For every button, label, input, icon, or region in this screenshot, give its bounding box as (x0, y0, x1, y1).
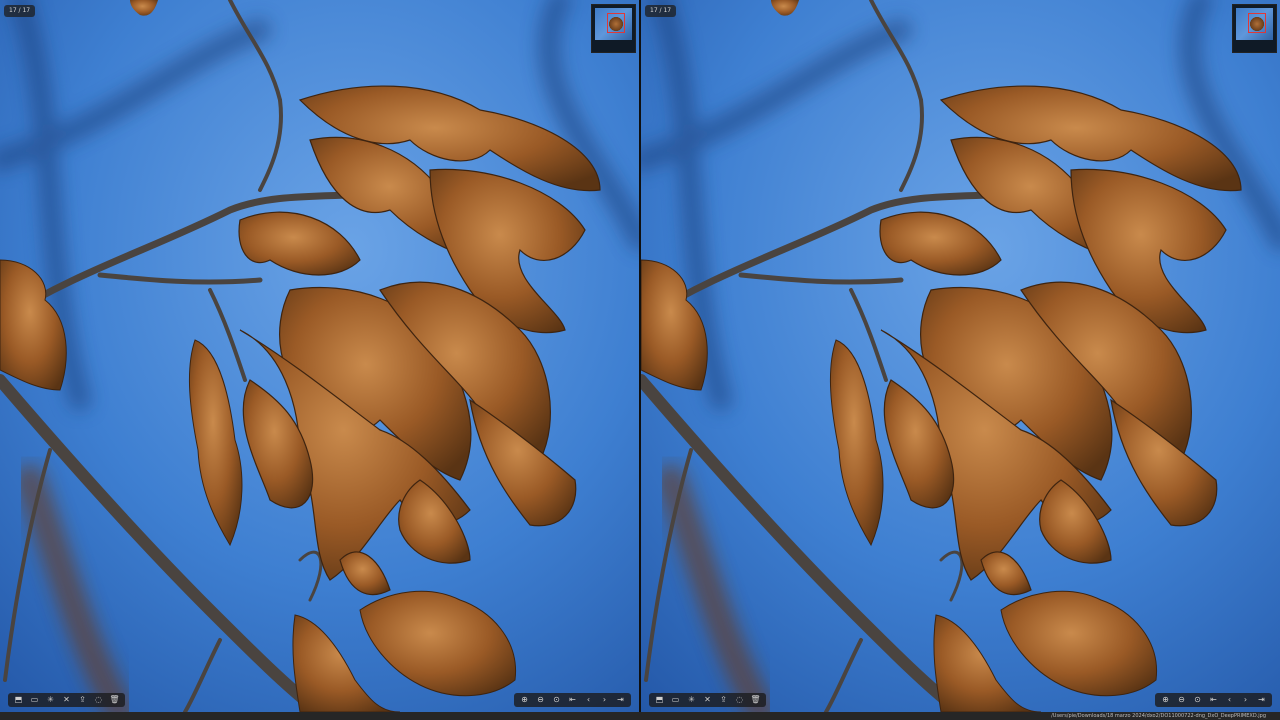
image-pane-right[interactable]: 17 / 17 ⬒ ▭ ✳ ✕ ⇪ ◌ 🗑 ⊕ ⊖ ⊙ ⇤ ‹ › ⇥ (641, 0, 1280, 712)
image-counter: 17 / 17 (4, 5, 36, 17)
share-icon[interactable]: ⇪ (75, 694, 90, 706)
image-pane-left[interactable]: 17 / 17 ⬒ ▭ ✳ ✕ ⇪ ◌ 🗑 ⊕ ⊖ ⊙ ⇤ ‹ › ⇥ (0, 0, 639, 712)
toolbar-left: ⬒ ▭ ✳ ✕ ⇪ ◌ 🗑 (649, 693, 766, 707)
zoom-in-icon[interactable]: ⊕ (1158, 694, 1173, 706)
share-icon[interactable]: ⇪ (716, 694, 731, 706)
previous-icon[interactable]: ‹ (581, 694, 596, 706)
thumbnail-navigator-icon (1236, 8, 1273, 40)
import-icon[interactable]: ⬒ (652, 694, 667, 706)
thumbnail-viewport-box[interactable] (607, 13, 625, 33)
first-icon[interactable]: ⇤ (1206, 694, 1221, 706)
photo-right[interactable] (641, 0, 1280, 712)
sparkle-icon[interactable]: ✳ (43, 694, 58, 706)
thumbnail-navigator[interactable] (1232, 4, 1277, 53)
thumbnail-viewport-box[interactable] (1248, 13, 1266, 33)
last-icon[interactable]: ⇥ (1254, 694, 1269, 706)
zoom-out-icon[interactable]: ⊖ (533, 694, 548, 706)
image-counter: 17 / 17 (645, 5, 677, 17)
zoom-out-icon[interactable]: ⊖ (1174, 694, 1189, 706)
photo-left[interactable] (0, 0, 639, 712)
first-icon[interactable]: ⇤ (565, 694, 580, 706)
previous-icon[interactable]: ‹ (1222, 694, 1237, 706)
sparkle-icon[interactable]: ✳ (684, 694, 699, 706)
toolbar-left: ⬒ ▭ ✳ ✕ ⇪ ◌ 🗑 (8, 693, 125, 707)
next-icon[interactable]: › (1238, 694, 1253, 706)
folder-icon[interactable]: ▭ (27, 694, 42, 706)
fit-icon[interactable]: ⊙ (549, 694, 564, 706)
folder-icon[interactable]: ▭ (668, 694, 683, 706)
trash-icon[interactable]: 🗑 (748, 694, 763, 706)
file-path: /Users/pie/Downloads/18 marzo 2024/dxo2/… (1051, 713, 1266, 719)
thumbnail-navigator-icon (595, 8, 632, 40)
shield-icon[interactable]: ◌ (732, 694, 747, 706)
zoom-in-icon[interactable]: ⊕ (517, 694, 532, 706)
trash-icon[interactable]: 🗑 (107, 694, 122, 706)
import-icon[interactable]: ⬒ (11, 694, 26, 706)
close-icon[interactable]: ✕ (59, 694, 74, 706)
next-icon[interactable]: › (597, 694, 612, 706)
last-icon[interactable]: ⇥ (613, 694, 628, 706)
close-icon[interactable]: ✕ (700, 694, 715, 706)
toolbar-right: ⊕ ⊖ ⊙ ⇤ ‹ › ⇥ (1155, 693, 1272, 707)
status-bar: /Users/pie/Downloads/18 marzo 2024/dxo2/… (0, 712, 1280, 720)
compare-viewer: 17 / 17 ⬒ ▭ ✳ ✕ ⇪ ◌ 🗑 ⊕ ⊖ ⊙ ⇤ ‹ › ⇥ 17 /… (0, 0, 1280, 712)
fit-icon[interactable]: ⊙ (1190, 694, 1205, 706)
toolbar-right: ⊕ ⊖ ⊙ ⇤ ‹ › ⇥ (514, 693, 631, 707)
shield-icon[interactable]: ◌ (91, 694, 106, 706)
thumbnail-navigator[interactable] (591, 4, 636, 53)
